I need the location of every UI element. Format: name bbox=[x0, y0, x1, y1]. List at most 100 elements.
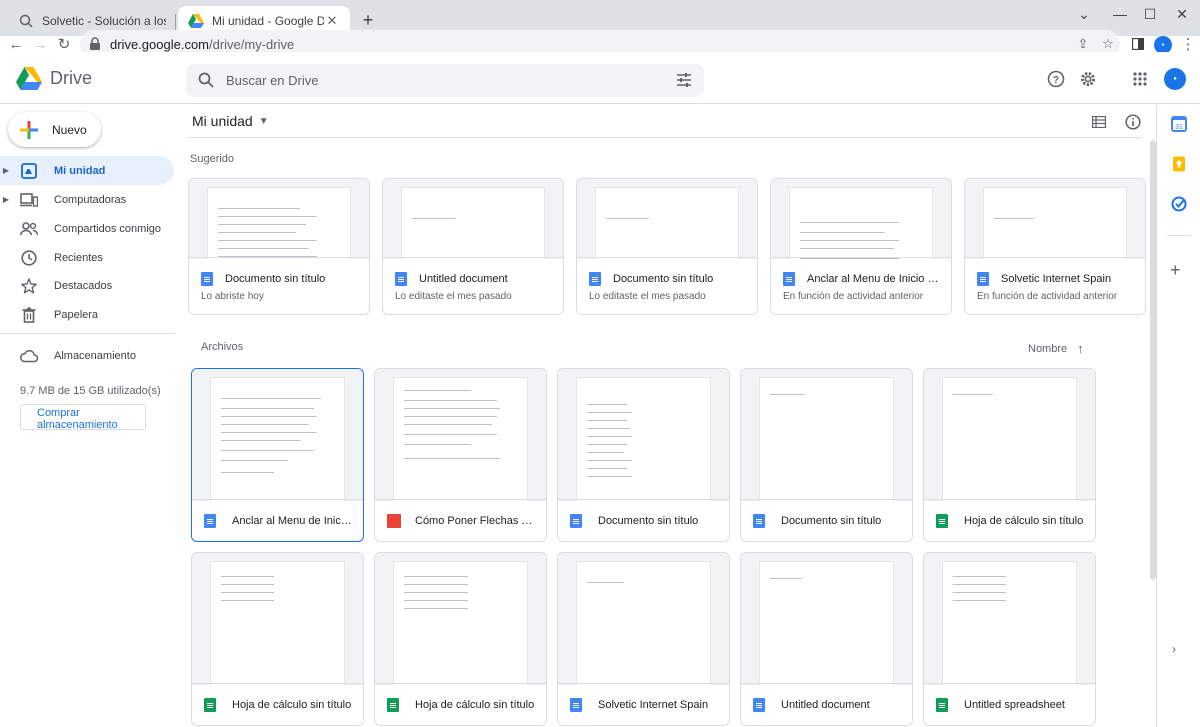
close-tab-icon[interactable]: ✕ bbox=[324, 13, 340, 29]
file-card[interactable]: Cómo Poner Flechas en Ex... bbox=[374, 368, 547, 542]
sheets-file-icon bbox=[204, 698, 216, 712]
side-panel: 31 + › bbox=[1156, 105, 1200, 727]
sidebar-item-label: Recientes bbox=[54, 251, 103, 264]
drive-logo-icon[interactable] bbox=[16, 67, 42, 91]
search-bar[interactable] bbox=[186, 64, 704, 97]
file-activity: En función de actividad anterior bbox=[783, 291, 924, 302]
file-card[interactable]: Documento sin título bbox=[740, 368, 913, 542]
star-icon[interactable]: ☆ bbox=[1100, 36, 1116, 52]
thumbnail-text-line bbox=[221, 576, 275, 577]
thumbnail-text-line bbox=[404, 584, 468, 585]
file-card[interactable]: Hoja de cálculo sin título bbox=[191, 552, 364, 726]
reload-icon[interactable]: ↻ bbox=[54, 34, 74, 54]
trash-icon bbox=[20, 306, 38, 324]
thumbnail-text-line bbox=[221, 432, 317, 433]
new-button-label: Nuevo bbox=[52, 122, 87, 137]
thumbnail-text-line bbox=[221, 600, 275, 601]
sort-control[interactable]: Nombre ↑ bbox=[1028, 341, 1084, 356]
expand-caret-icon[interactable]: ▶ bbox=[0, 195, 12, 204]
new-tab-icon[interactable]: + bbox=[358, 10, 378, 30]
caret-down-icon: ▼ bbox=[258, 115, 269, 127]
sidebar-item-trash[interactable]: Papelera bbox=[0, 300, 174, 329]
add-addon-icon[interactable]: + bbox=[1170, 260, 1181, 281]
keep-icon[interactable] bbox=[1171, 156, 1187, 172]
side-panel-icon[interactable] bbox=[1128, 34, 1148, 54]
close-window-icon[interactable]: ✕ bbox=[1164, 0, 1200, 28]
chevron-down-icon[interactable]: ⌄ bbox=[1066, 0, 1102, 28]
arrow-up-icon[interactable]: ↑ bbox=[1077, 341, 1084, 356]
sidebar-item-my-drive[interactable]: ▶ Mi unidad bbox=[0, 156, 174, 185]
thumbnail-page bbox=[207, 187, 351, 259]
search-options-icon[interactable] bbox=[676, 72, 692, 88]
list-view-icon[interactable] bbox=[1090, 113, 1108, 131]
thumbnail-text-line bbox=[221, 450, 315, 451]
search-icon[interactable] bbox=[198, 72, 214, 88]
share-icon[interactable]: ⇪ bbox=[1075, 36, 1091, 52]
thumbnail-text-line bbox=[953, 592, 1007, 593]
tasks-icon[interactable] bbox=[1171, 196, 1187, 212]
thumbnail-page bbox=[576, 377, 711, 501]
browser-nav-bar: ← → ↻ drive.google.com/drive/my-drive ⇪ … bbox=[0, 30, 1200, 58]
apps-grid-icon[interactable] bbox=[1130, 69, 1150, 89]
sidebar-item-starred[interactable]: Destacados bbox=[0, 271, 174, 300]
sheets-file-icon bbox=[936, 698, 948, 712]
file-card[interactable]: Documento sin título bbox=[557, 368, 730, 542]
file-title: Documento sin título bbox=[613, 273, 714, 285]
thumbnail-text-line bbox=[770, 394, 805, 395]
account-avatar[interactable]: ● bbox=[1164, 68, 1186, 90]
search-input[interactable] bbox=[226, 64, 666, 97]
file-card[interactable]: Hoja de cálculo sin título bbox=[923, 368, 1096, 542]
thumbnail-text-line bbox=[953, 600, 1007, 601]
suggested-file-card[interactable]: Anclar al Menu de Inicio Windo... En func… bbox=[770, 178, 952, 315]
card-details: Untitled document Lo editaste el mes pasa… bbox=[383, 257, 563, 314]
maximize-icon[interactable]: ☐ bbox=[1132, 0, 1168, 28]
suggested-file-card[interactable]: Documento sin título Lo abriste hoy bbox=[188, 178, 370, 315]
file-card[interactable]: Untitled spreadsheet bbox=[923, 552, 1096, 726]
card-details: Untitled document bbox=[741, 683, 912, 725]
sidebar-item-label: Destacados bbox=[54, 279, 113, 292]
chevron-right-icon[interactable]: › bbox=[1172, 642, 1176, 656]
file-card[interactable]: Anclar al Menu de Inicio Wi... bbox=[191, 368, 364, 542]
location-dropdown[interactable]: Mi unidad ▼ bbox=[192, 113, 269, 129]
sidebar-item-computers[interactable]: ▶ Computadoras bbox=[0, 185, 174, 214]
new-button[interactable]: Nuevo bbox=[8, 112, 101, 147]
thumbnail-text-line bbox=[221, 408, 315, 409]
card-details: Solvetic Internet Spain bbox=[558, 683, 729, 725]
file-card[interactable]: Hoja de cálculo sin título bbox=[374, 552, 547, 726]
thumbnail-text-line bbox=[412, 218, 455, 219]
lock-icon bbox=[90, 37, 100, 50]
product-name[interactable]: Drive bbox=[50, 68, 92, 89]
sidebar-item-label: Papelera bbox=[54, 308, 99, 321]
help-icon[interactable]: ? bbox=[1046, 69, 1066, 89]
suggested-file-card[interactable]: Documento sin título Lo editaste el mes p… bbox=[576, 178, 758, 315]
thumbnail-text-line bbox=[221, 592, 275, 593]
more-options-icon[interactable]: ⋮ bbox=[1178, 34, 1198, 54]
sidebar-item-recent[interactable]: Recientes bbox=[0, 243, 174, 272]
suggested-file-card[interactable]: Solvetic Internet Spain En función de act… bbox=[964, 178, 1146, 315]
thumbnail-page bbox=[789, 187, 933, 259]
thumbnail-page bbox=[759, 377, 894, 501]
thumbnail-page bbox=[983, 187, 1127, 259]
thumbnail-text-line bbox=[404, 434, 498, 435]
info-icon[interactable] bbox=[1124, 113, 1142, 131]
thumbnail-text-line bbox=[218, 216, 318, 217]
file-card[interactable]: Solvetic Internet Spain bbox=[557, 552, 730, 726]
file-thumbnail bbox=[192, 553, 363, 685]
card-details: Hoja de cálculo sin título bbox=[375, 683, 546, 725]
file-card[interactable]: Untitled document bbox=[740, 552, 913, 726]
file-title: Untitled document bbox=[781, 699, 870, 711]
calendar-icon[interactable]: 31 bbox=[1171, 116, 1187, 132]
buy-storage-button[interactable]: Comprar almacenamiento bbox=[20, 404, 146, 431]
suggested-file-card[interactable]: Untitled document Lo editaste el mes pasa… bbox=[382, 178, 564, 315]
forward-arrow-icon[interactable]: → bbox=[30, 34, 50, 54]
expand-caret-icon[interactable]: ▶ bbox=[0, 166, 12, 175]
thumbnail-text-line bbox=[800, 240, 900, 241]
docs-file-icon bbox=[204, 514, 216, 528]
sidebar-item-shared[interactable]: Compartidos conmigo bbox=[0, 214, 174, 243]
sidebar-item-storage[interactable]: Almacenamiento bbox=[0, 341, 174, 370]
thumbnail-text-line bbox=[404, 390, 471, 391]
thumbnail-text-line bbox=[221, 424, 309, 425]
tab-title: Mi unidad - Google Drive bbox=[212, 14, 324, 28]
settings-gear-icon[interactable] bbox=[1078, 69, 1098, 89]
back-arrow-icon[interactable]: ← bbox=[6, 34, 26, 54]
